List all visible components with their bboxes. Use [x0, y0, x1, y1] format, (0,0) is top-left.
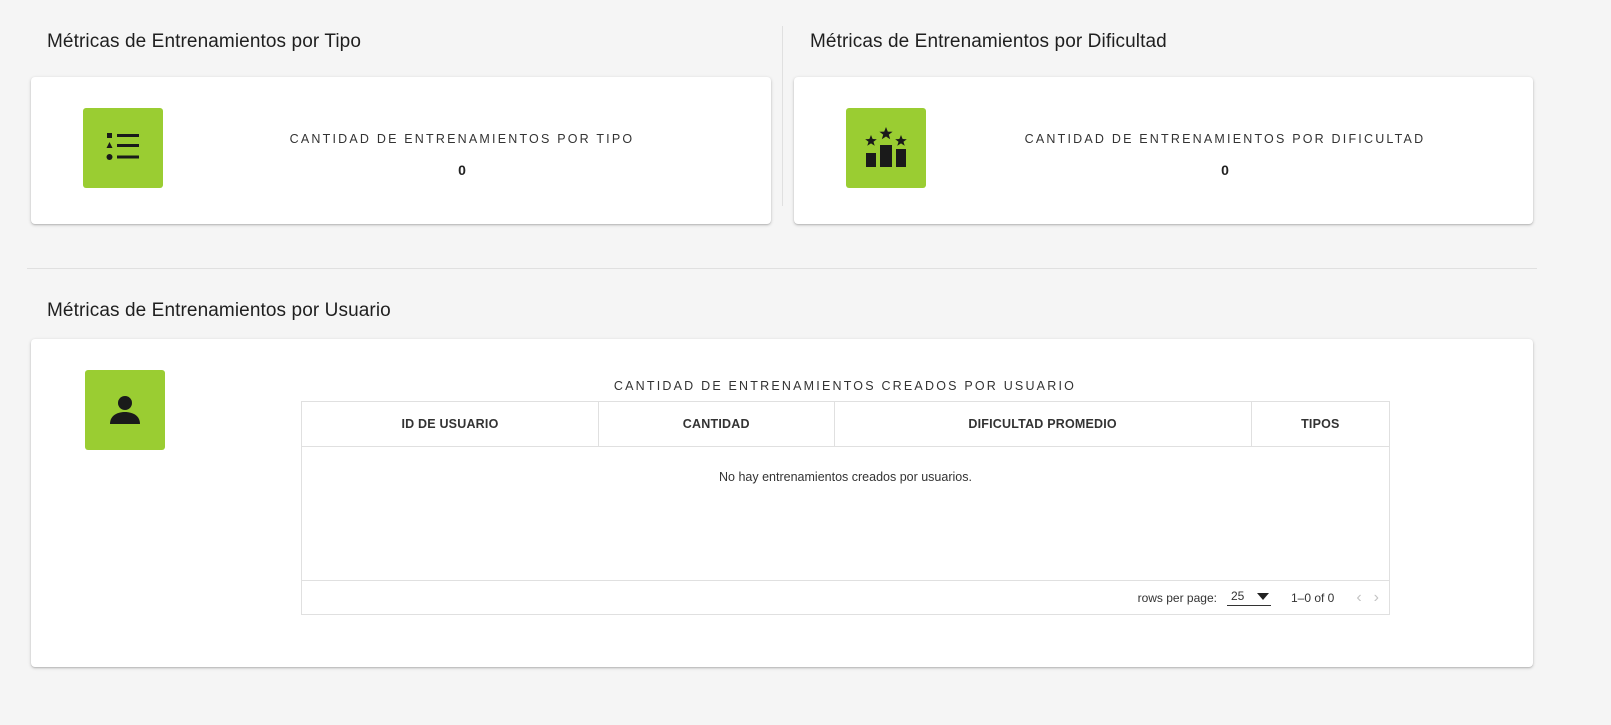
metric-card-dificultad: CANTIDAD DE ENTRENAMIENTOS POR DIFICULTA…	[794, 77, 1533, 224]
empty-message: No hay entrenamientos creados por usuari…	[719, 469, 972, 484]
format-list-shapes-icon	[83, 108, 163, 188]
metric-card-tipo: CANTIDAD DE ENTRENAMIENTOS POR TIPO 0	[31, 77, 771, 224]
caret-down-icon	[1256, 592, 1269, 600]
table-empty-row: No hay entrenamientos creados por usuari…	[302, 446, 1389, 580]
table-header-row: ID DE USUARIO CANTIDAD DIFICULTAD PROMED…	[302, 402, 1389, 447]
horizontal-divider	[27, 268, 1537, 269]
section-title-usuario: Métricas de Entrenamientos por Usuario	[47, 300, 391, 321]
chevron-left-icon[interactable]: ‹	[1356, 589, 1361, 606]
page-range: 1–0 of 0	[1290, 590, 1335, 605]
metric-value-tipo: 0	[458, 162, 466, 178]
table-caption: CANTIDAD DE ENTRENAMIENTOS CREADOS POR U…	[613, 379, 1077, 393]
column-header-tipos[interactable]: TIPOS	[1251, 402, 1389, 447]
metric-label-tipo: CANTIDAD DE ENTRENAMIENTOS POR TIPO	[289, 132, 635, 146]
metric-value-dificultad: 0	[1221, 162, 1229, 178]
users-table: ID DE USUARIO CANTIDAD DIFICULTAD PROMED…	[301, 401, 1390, 615]
metric-label-dificultad: CANTIDAD DE ENTRENAMIENTOS POR DIFICULTA…	[1024, 132, 1426, 146]
section-title-tipo: Métricas de Entrenamientos por Tipo	[47, 31, 361, 52]
section-title-dificultad: Métricas de Entrenamientos por Dificulta…	[810, 31, 1167, 52]
chevron-right-icon[interactable]: ›	[1374, 589, 1379, 606]
column-header-cantidad[interactable]: CANTIDAD	[598, 402, 835, 447]
rows-per-page-label: rows per page:	[1137, 590, 1217, 605]
vertical-divider	[782, 26, 783, 206]
table-footer: rows per page: 25 1–0 of 0 ‹ ›	[302, 580, 1389, 614]
rows-per-page-select[interactable]: 25	[1226, 589, 1271, 606]
rows-per-page-value: 25	[1230, 589, 1245, 603]
podium-stars-icon	[846, 108, 926, 188]
metric-card-usuario: CANTIDAD DE ENTRENAMIENTOS CREADOS POR U…	[31, 339, 1533, 667]
column-header-id-usuario[interactable]: ID DE USUARIO	[302, 402, 599, 447]
column-header-dificultad-promedio[interactable]: DIFICULTAD PROMEDIO	[834, 402, 1252, 447]
person-icon	[85, 370, 165, 450]
